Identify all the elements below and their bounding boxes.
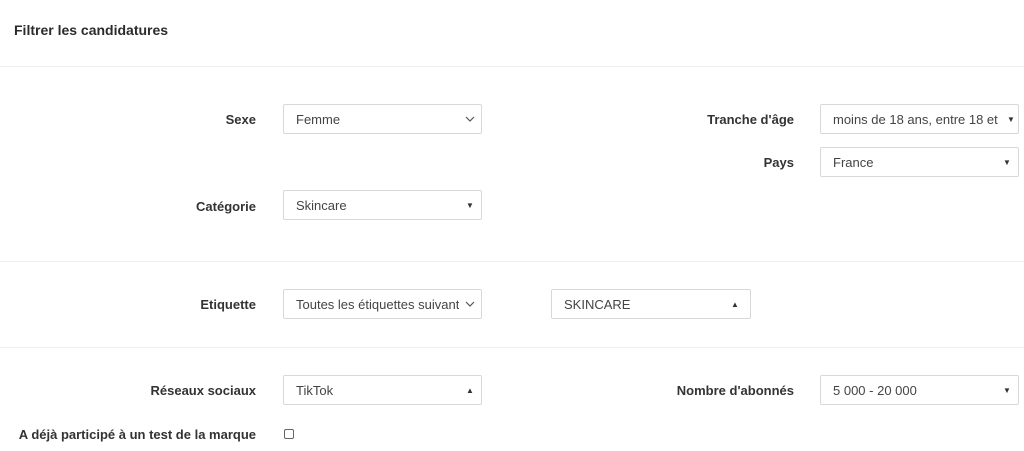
etiquette-mode-value: Toutes les étiquettes suivantes <box>296 296 459 312</box>
etiquette-mode-select[interactable]: Toutes les étiquettes suivantes <box>283 289 482 319</box>
reseaux-value: TikTok <box>296 382 334 398</box>
caret-down-icon: ▼ <box>1003 385 1011 395</box>
caret-down-icon: ▼ <box>466 200 474 210</box>
etiquette-label: Etiquette <box>200 297 256 312</box>
chevron-down-icon <box>459 116 481 122</box>
pays-select[interactable]: France ▼ <box>820 147 1019 177</box>
divider <box>0 66 1024 67</box>
reseaux-select[interactable]: TikTok ▲ <box>283 375 482 405</box>
categorie-value: Skincare <box>296 197 347 213</box>
caret-up-icon: ▲ <box>731 299 739 309</box>
etiquette-value-select[interactable]: SKINCARE ▲ <box>551 289 751 319</box>
sexe-value: Femme <box>296 111 341 127</box>
deja-participe-label: A déjà participé à un test de la marque <box>18 427 256 442</box>
abonnes-value: 5 000 - 20 000 <box>833 382 917 398</box>
reseaux-label: Réseaux sociaux <box>150 383 256 398</box>
etiquette-value: SKINCARE <box>564 296 631 312</box>
pays-label: Pays <box>763 155 794 170</box>
caret-up-icon: ▲ <box>466 385 474 395</box>
sexe-label: Sexe <box>225 112 256 127</box>
tranche-age-label: Tranche d'âge <box>707 112 794 127</box>
pays-value: France <box>833 154 874 170</box>
chevron-down-icon <box>459 301 481 307</box>
panel-title: Filtrer les candidatures <box>14 22 169 38</box>
divider <box>0 347 1024 348</box>
abonnes-select[interactable]: 5 000 - 20 000 ▼ <box>820 375 1019 405</box>
deja-participe-checkbox[interactable] <box>284 429 294 439</box>
tranche-age-select[interactable]: moins de 18 ans, entre 18 et ▼ <box>820 104 1019 134</box>
abonnes-label: Nombre d'abonnés <box>676 383 794 398</box>
categorie-label: Catégorie <box>196 199 256 214</box>
caret-down-icon: ▼ <box>1007 114 1015 124</box>
caret-down-icon: ▼ <box>1003 157 1011 167</box>
divider <box>0 261 1024 262</box>
sexe-select[interactable]: Femme <box>283 104 482 134</box>
categorie-select[interactable]: Skincare ▼ <box>283 190 482 220</box>
tranche-age-value: moins de 18 ans, entre 18 et <box>833 111 998 127</box>
